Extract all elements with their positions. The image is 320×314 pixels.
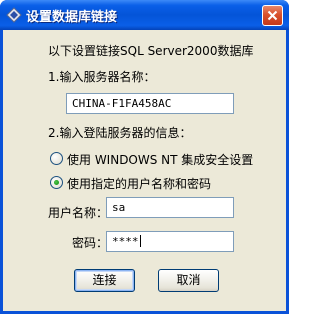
intro-text: 以下设置链接SQL Server2000数据库 <box>48 44 254 58</box>
server-name-input[interactable]: CHINA-F1FA458AC <box>66 93 234 114</box>
password-input[interactable]: **** <box>106 231 234 252</box>
sql-auth-label[interactable]: 使用指定的用户名称和密码 <box>67 175 211 192</box>
connect-button[interactable]: 连接 <box>74 269 135 292</box>
radio-selected-dot <box>54 180 59 185</box>
sql-auth-radio[interactable] <box>50 176 63 189</box>
windows-auth-label[interactable]: 使用 WINDOWS NT 集成安全设置 <box>67 151 253 168</box>
diamond-arrow-icon <box>6 7 22 23</box>
password-label: 密码： <box>72 236 109 250</box>
dialog-body: 以下设置链接SQL Server2000数据库 1.输入服务器名称： CHINA… <box>3 30 286 311</box>
server-name-label: 1.输入服务器名称： <box>48 70 156 84</box>
window-title: 设置数据库链接 <box>26 10 118 25</box>
login-info-label: 2.输入登陆服务器的信息： <box>48 126 192 140</box>
windows-auth-radio[interactable] <box>50 152 63 165</box>
close-x-icon <box>267 10 278 21</box>
dialog-window: 设置数据库链接 以下设置链接SQL Server2000数据库 1.输入服务器名… <box>0 0 289 314</box>
title-bar[interactable]: 设置数据库链接 <box>0 0 289 30</box>
text-caret <box>139 235 141 247</box>
username-input[interactable]: sa <box>106 197 234 218</box>
close-button[interactable] <box>262 5 283 26</box>
cancel-button[interactable]: 取消 <box>158 269 219 292</box>
password-mask: **** <box>112 235 139 248</box>
username-label: 用户名称： <box>48 206 109 220</box>
